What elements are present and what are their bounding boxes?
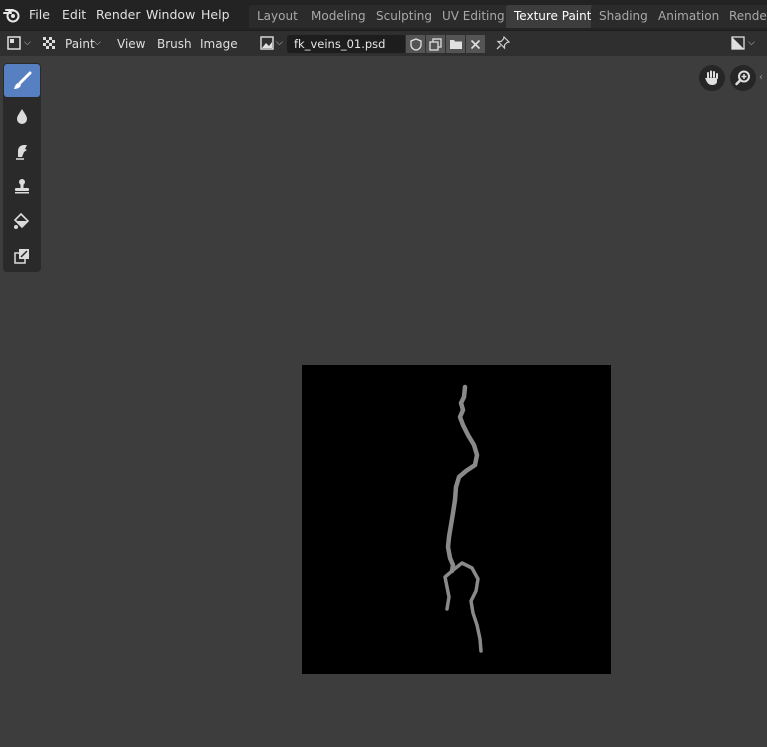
tab-animation[interactable]: Animation: [650, 5, 728, 28]
pan-view-button[interactable]: [699, 65, 725, 91]
top-bar: File Edit Render Window Help Layout Mode…: [0, 0, 767, 30]
sidebar-toggle-icon[interactable]: ‹: [759, 72, 763, 83]
paint-mode-icon: [43, 37, 55, 49]
tab-layout[interactable]: Layout: [249, 5, 306, 28]
menu-edit[interactable]: Edit: [62, 7, 86, 22]
tab-texture-paint[interactable]: Texture Paint: [506, 5, 600, 28]
tab-sculpting[interactable]: Sculpting: [368, 5, 441, 28]
mode-label: Paint: [65, 37, 95, 51]
brush-menu[interactable]: Brush: [157, 37, 192, 51]
editor-type-button[interactable]: ⌵: [4, 34, 34, 53]
unlink-image-button[interactable]: [466, 35, 485, 53]
editor-header: ⌵ Paint ⌵ View Brush Image ⌵ fk_veins_01…: [0, 30, 767, 56]
vein-texture-image: [443, 384, 483, 653]
mode-select[interactable]: Paint ⌵: [38, 34, 104, 53]
tab-modeling[interactable]: Modeling: [303, 5, 374, 28]
paint-bucket-icon: [13, 212, 30, 229]
tab-shading[interactable]: Shading: [591, 5, 656, 28]
tab-uv-editing[interactable]: UV Editing: [434, 5, 513, 28]
clone-tool-button[interactable]: [4, 169, 40, 202]
drop-icon: [17, 108, 27, 124]
menu-render[interactable]: Render: [96, 7, 141, 22]
display-channels-select[interactable]: ⌵: [728, 34, 760, 53]
fake-user-button[interactable]: [406, 35, 425, 53]
hand-icon: [705, 70, 718, 85]
tab-rendering[interactable]: Renderi: [721, 5, 767, 28]
draw-tool-button[interactable]: [4, 64, 40, 97]
view-menu[interactable]: View: [117, 37, 145, 51]
folder-icon: [449, 40, 462, 49]
menu-window[interactable]: Window: [146, 7, 195, 22]
stamp-icon: [15, 178, 29, 193]
soften-tool-button[interactable]: [4, 99, 40, 132]
tool-shelf: [3, 63, 41, 272]
mask-icon: [14, 248, 29, 264]
fill-tool-button[interactable]: [4, 204, 40, 237]
chevron-down-icon: ⌵: [748, 38, 755, 48]
image-browse-button[interactable]: ⌵: [258, 34, 286, 53]
chevron-down-icon: ⌵: [94, 38, 101, 48]
chevron-down-icon: ⌵: [24, 38, 31, 48]
image-icon: [260, 36, 274, 50]
blender-logo-icon[interactable]: [2, 5, 22, 25]
zoom-view-button[interactable]: [730, 65, 756, 91]
image-name-field[interactable]: fk_veins_01.psd: [287, 35, 405, 53]
close-icon: [470, 39, 481, 49]
brush-icon: [14, 71, 32, 89]
duplicate-icon: [429, 37, 442, 51]
smear-tool-button[interactable]: [4, 134, 40, 167]
pin-icon: [496, 36, 510, 50]
menu-help[interactable]: Help: [201, 7, 230, 22]
image-menu[interactable]: Image: [200, 37, 238, 51]
pin-button[interactable]: [493, 34, 513, 53]
shield-icon: [409, 37, 422, 51]
menu-file[interactable]: File: [29, 7, 50, 22]
open-image-button[interactable]: [446, 35, 465, 53]
chevron-down-icon: ⌵: [276, 38, 283, 48]
smear-icon: [16, 144, 27, 160]
mask-tool-button[interactable]: [4, 239, 40, 272]
image-canvas[interactable]: [302, 365, 611, 674]
new-image-button[interactable]: [426, 35, 445, 53]
zoom-icon: [735, 70, 750, 86]
color-alpha-icon: [731, 36, 745, 50]
image-editor-icon: [7, 36, 21, 50]
